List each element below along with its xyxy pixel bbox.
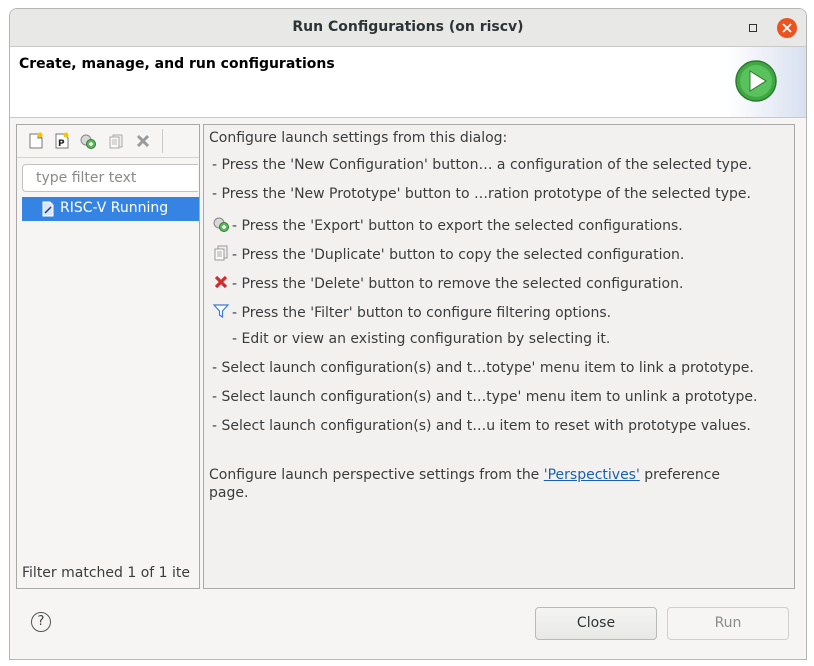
info-line-duplicate-text: - Press the 'Duplicate' button to copy t… (232, 247, 685, 263)
duplicate-icon (214, 245, 228, 261)
intro-text: Configure launch settings from this dial… (209, 130, 508, 146)
export-icon (213, 217, 229, 232)
info-line-delete: - Press the 'Delete' button to remove th… (212, 273, 683, 292)
configuration-toolbar: P (17, 125, 199, 158)
tree-item-label: RISC-V Running (60, 200, 169, 216)
run-banner-icon (735, 60, 777, 102)
new-prototype-icon[interactable]: P (53, 132, 71, 150)
info-line-delete-text: - Press the 'Delete' button to remove th… (232, 276, 684, 292)
perspective-info: Configure launch perspective settings fr… (209, 467, 720, 483)
run-button[interactable]: Run (667, 607, 789, 640)
title-bar: Run Configurations (on riscv) (10, 9, 806, 47)
dialog-header: Create, manage, and run configurations (10, 47, 806, 118)
info-line-new-configuration: - Press the 'New Configuration' button… … (212, 157, 752, 173)
info-line-filter-text: - Press the 'Filter' button to configure… (232, 305, 612, 321)
svg-text:P: P (58, 139, 65, 149)
perspective-suffix: preference (639, 467, 721, 483)
configuration-info-panel: Configure launch settings from this dial… (203, 124, 795, 589)
perspective-prefix: Configure launch perspective settings fr… (209, 467, 544, 483)
new-configuration-icon[interactable] (27, 132, 45, 150)
perspective-info-line2: page. (209, 485, 249, 501)
filter-icon (212, 304, 230, 319)
duplicate-icon[interactable] (107, 132, 125, 150)
info-line-new-prototype: - Press the 'New Prototype' button to …r… (212, 186, 751, 202)
run-configurations-dialog: Run Configurations (on riscv) Create, ma… (9, 8, 807, 660)
info-line-export: - Press the 'Export' button to export th… (212, 215, 683, 234)
tree-item-risc-v-running[interactable]: RISC-V Running (22, 197, 199, 221)
info-line-duplicate: - Press the 'Duplicate' button to copy t… (212, 244, 684, 263)
info-line-reset-prototype: - Select launch configuration(s) and t…u… (212, 418, 751, 434)
info-line-export-text: - Press the 'Export' button to export th… (232, 218, 683, 234)
close-button[interactable]: Close (535, 607, 657, 640)
configuration-list-panel: P RISC-V Running Filter matched 1 of 1 i… (16, 124, 200, 589)
filter-status: Filter matched 1 of 1 ite (22, 565, 190, 581)
window-title: Run Configurations (on riscv) (292, 19, 524, 35)
filter-input[interactable] (36, 170, 196, 186)
minimize-icon (749, 24, 757, 32)
delete-icon[interactable] (134, 132, 152, 150)
minimize-button[interactable] (744, 19, 762, 37)
help-button[interactable]: ? (31, 612, 51, 632)
filter-field[interactable] (22, 164, 198, 192)
launch-configuration-icon (42, 201, 54, 217)
info-line-filter: - Press the 'Filter' button to configure… (212, 302, 611, 321)
close-window-button[interactable] (777, 18, 797, 38)
info-line-unlink-prototype: - Select launch configuration(s) and t…t… (212, 389, 758, 405)
toolbar-separator (162, 129, 163, 153)
delete-icon (214, 275, 228, 289)
header-title: Create, manage, and run configurations (19, 56, 335, 72)
perspectives-link[interactable]: 'Perspectives' (544, 467, 640, 483)
info-line-link-prototype: - Select launch configuration(s) and t…t… (212, 360, 754, 376)
close-icon (782, 23, 792, 33)
info-line-edit: - Edit or view an existing configuration… (232, 331, 611, 347)
export-icon[interactable] (79, 132, 97, 150)
